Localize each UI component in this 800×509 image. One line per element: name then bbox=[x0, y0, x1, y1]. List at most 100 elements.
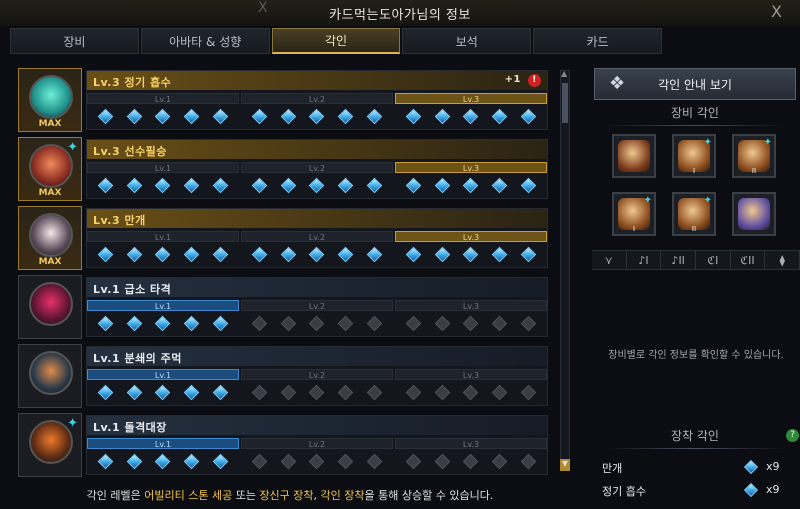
engraving-row[interactable]: MAX Lv.3 만개 Lv.1 Lv.2 Lv.3 bbox=[18, 206, 550, 270]
filled-gem-icon bbox=[212, 177, 229, 193]
filled-gem-icon bbox=[280, 108, 296, 124]
empty-gem-icon bbox=[520, 315, 537, 331]
filled-gem-icon bbox=[126, 108, 142, 124]
engraving-portrait: ✦ bbox=[18, 413, 82, 477]
equip-slot-ring-2[interactable]: ✦ II bbox=[672, 192, 716, 236]
equip-slot-ring-1[interactable]: ✦ I bbox=[612, 192, 656, 236]
empty-gem-icon bbox=[492, 453, 508, 469]
engraving-name-label: Lv.3 선수필승 bbox=[93, 145, 167, 158]
level-label: Lv.1 bbox=[87, 369, 239, 380]
empty-gem-icon bbox=[338, 453, 354, 469]
max-label: MAX bbox=[38, 257, 62, 267]
gem-row bbox=[87, 173, 239, 197]
filled-gem-icon bbox=[184, 453, 200, 469]
filled-gem-icon bbox=[520, 177, 537, 193]
equip-slot-necklace[interactable] bbox=[612, 134, 656, 178]
level-segment: Lv.2 bbox=[241, 162, 393, 198]
sparkle-icon: ✦ bbox=[67, 416, 78, 431]
gem-row bbox=[87, 311, 239, 335]
level-label: Lv.2 bbox=[241, 231, 393, 242]
equipped-name: 정기 흡수 bbox=[602, 485, 646, 498]
engraving-row[interactable]: MAX ✦ Lv.3 선수필승 Lv.1 Lv.2 Lv.3 bbox=[18, 137, 550, 201]
empty-gem-icon bbox=[463, 315, 479, 331]
empty-gem-icon bbox=[366, 384, 383, 400]
level-segment: Lv.1 bbox=[87, 369, 239, 405]
filled-gem-icon bbox=[338, 177, 354, 193]
filled-gem-icon bbox=[184, 246, 200, 262]
close-icon[interactable]: X bbox=[771, 2, 782, 21]
tab-avatar[interactable]: 아바타 & 성향 bbox=[140, 28, 270, 54]
level-segment: Lv.3 bbox=[395, 93, 547, 129]
footer-mid1: 또는 bbox=[232, 489, 260, 502]
engraving-orb-icon bbox=[29, 75, 73, 119]
filled-gem-icon bbox=[280, 246, 296, 262]
scroll-thumb[interactable] bbox=[562, 83, 568, 123]
level-segment: Lv.3 bbox=[395, 369, 547, 405]
slot-number: I bbox=[692, 167, 696, 175]
engraving-name-label: Lv.1 돌격대장 bbox=[93, 421, 167, 434]
scroll-up-icon[interactable]: ▲ bbox=[561, 69, 569, 78]
filled-gem-icon bbox=[309, 246, 325, 262]
filled-gem-icon bbox=[184, 384, 200, 400]
footer-mid2: , bbox=[313, 489, 321, 502]
engraving-row[interactable]: ✦ Lv.1 돌격대장 Lv.1 Lv.2 Lv.3 bbox=[18, 413, 550, 477]
engraving-name-label: Lv.1 분쇄의 주먹 bbox=[93, 352, 182, 365]
tab-gems[interactable]: 보석 bbox=[402, 28, 532, 54]
filled-gem-icon bbox=[520, 108, 537, 124]
engraving-row[interactable]: Lv.1 급소 타격 Lv.1 Lv.2 Lv.3 bbox=[18, 275, 550, 339]
filled-gem-icon bbox=[97, 246, 114, 262]
engraving-row[interactable]: MAX Lv.3 정기 흡수 +1! Lv.1 Lv.2 Lv.3 bbox=[18, 68, 550, 132]
filled-gem-icon bbox=[184, 315, 200, 331]
list-scrollbar[interactable]: ▲ ▼ bbox=[560, 69, 570, 471]
level-segment: Lv.1 bbox=[87, 162, 239, 198]
tab-engraving[interactable]: 각인 bbox=[271, 28, 401, 54]
category-ring-2-icon[interactable]: ℭII bbox=[731, 251, 766, 269]
footer-highlight-accessory: 장신구 장착 bbox=[259, 489, 314, 502]
gem-row bbox=[241, 449, 393, 473]
engraving-gem-icon bbox=[743, 482, 759, 498]
gem-row bbox=[395, 173, 547, 197]
filled-gem-icon bbox=[155, 177, 171, 193]
equip-slot-earring-1[interactable]: ✦ I bbox=[672, 134, 716, 178]
category-ring-1-icon[interactable]: ℭI bbox=[696, 251, 731, 269]
equipped-count: x9 bbox=[766, 460, 780, 473]
empty-gem-icon bbox=[280, 315, 296, 331]
sparkle-icon: ✦ bbox=[703, 195, 712, 206]
level-track: Lv.1 Lv.2 Lv.3 bbox=[87, 369, 547, 405]
level-track: Lv.1 Lv.2 Lv.3 bbox=[87, 93, 547, 129]
help-icon[interactable]: ? bbox=[786, 429, 799, 442]
scroll-down-icon[interactable]: ▼ bbox=[560, 459, 570, 471]
empty-gem-icon bbox=[251, 453, 268, 469]
filled-gem-icon bbox=[405, 177, 422, 193]
sparkle-icon: ✦ bbox=[643, 195, 652, 206]
engraving-guide-button[interactable]: ❖ 각인 안내 보기 bbox=[594, 68, 796, 100]
category-ability-stone-icon[interactable]: ⧫ bbox=[765, 251, 800, 269]
equipped-name: 만개 bbox=[602, 462, 623, 475]
filled-gem-icon bbox=[97, 177, 114, 193]
level-label: Lv.2 bbox=[241, 438, 393, 449]
empty-gem-icon bbox=[405, 315, 422, 331]
filled-gem-icon bbox=[492, 177, 508, 193]
engraving-name-label: Lv.3 만개 bbox=[93, 214, 146, 227]
filled-gem-icon bbox=[97, 315, 114, 331]
tab-cards[interactable]: 카드 bbox=[533, 28, 662, 54]
category-earring-1-icon[interactable]: ♪I bbox=[627, 251, 662, 269]
equip-slot-ability-stone[interactable] bbox=[732, 192, 776, 236]
engraving-row[interactable]: Lv.1 분쇄의 주먹 Lv.1 Lv.2 Lv.3 bbox=[18, 344, 550, 408]
filled-gem-icon bbox=[492, 108, 508, 124]
tab-equipment[interactable]: 장비 bbox=[10, 28, 139, 54]
empty-gem-icon bbox=[309, 384, 325, 400]
filled-gem-icon bbox=[126, 384, 142, 400]
engraving-gem-icon bbox=[743, 459, 759, 475]
engraving-orb-icon bbox=[29, 351, 73, 395]
category-earring-2-icon[interactable]: ♪II bbox=[661, 251, 697, 269]
filled-gem-icon bbox=[212, 246, 229, 262]
gem-row bbox=[87, 104, 239, 128]
filled-gem-icon bbox=[97, 453, 114, 469]
category-necklace-icon[interactable]: ⋎ bbox=[592, 251, 627, 269]
alert-icon[interactable]: ! bbox=[528, 74, 541, 87]
level-segment: Lv.2 bbox=[241, 300, 393, 336]
empty-gem-icon bbox=[492, 315, 508, 331]
equip-slot-earring-2[interactable]: ✦ II bbox=[732, 134, 776, 178]
empty-gem-icon bbox=[463, 384, 479, 400]
